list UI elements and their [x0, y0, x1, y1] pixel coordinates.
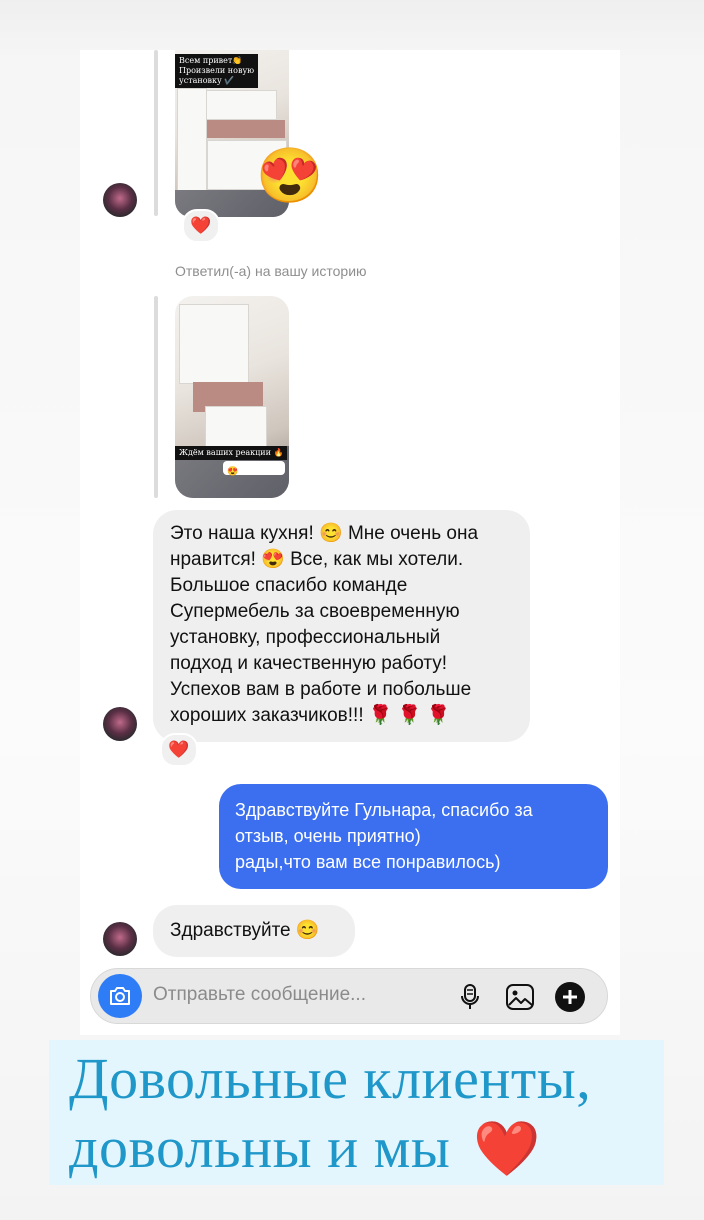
microphone-button[interactable]: [453, 980, 487, 1014]
gallery-icon: [506, 984, 534, 1010]
story-reaction-emoji: 😍: [256, 146, 324, 206]
avatar[interactable]: [103, 922, 137, 956]
reply-indicator-line: [154, 296, 158, 498]
avatar[interactable]: [103, 707, 137, 741]
banner-title-line-2: довольны и мы ❤️: [69, 1115, 542, 1180]
story-caption: Всем привет👏 Произвели новую установку ✔…: [175, 54, 259, 88]
story-caption: Ждём ваших реакции 🔥: [175, 446, 288, 460]
reply-indicator-line: [154, 50, 158, 216]
message-reaction[interactable]: ❤️: [160, 733, 198, 767]
avatar[interactable]: [103, 183, 137, 217]
message-reaction[interactable]: ❤️: [182, 209, 220, 243]
banner-title-line-1: Довольные клиенты,: [69, 1046, 592, 1111]
incoming-message[interactable]: Это наша кухня! 😊 Мне очень она нравится…: [153, 510, 530, 742]
kitchen-lower-cabinets: [205, 406, 267, 448]
plus-icon: [555, 982, 585, 1012]
camera-button[interactable]: [98, 974, 142, 1018]
microphone-icon: [461, 984, 479, 1009]
message-input[interactable]: Отправьте сообщение...: [153, 984, 366, 1006]
heart-icon: ❤️: [473, 1119, 542, 1179]
kitchen-upper-cabinets: [179, 304, 249, 384]
more-button[interactable]: [553, 980, 587, 1014]
incoming-message[interactable]: Здравствуйте 😊: [153, 905, 355, 957]
story-thumbnail[interactable]: Ждём ваших реакции 🔥 😍: [175, 296, 289, 498]
promo-banner: Довольные клиенты, довольны и мы ❤️: [49, 1040, 664, 1185]
kitchen-upper-cabinets: [205, 90, 277, 120]
reaction-sticker: 😍: [223, 461, 285, 476]
story-reply-label: Ответил(-а) на вашу историю: [175, 263, 367, 279]
camera-icon: [110, 987, 130, 1005]
outgoing-message[interactable]: Здравствуйте Гульнара, спасибо за отзыв,…: [219, 784, 608, 889]
kitchen-tall-cabinet: [177, 88, 207, 200]
gallery-button[interactable]: [503, 980, 537, 1014]
kitchen-backsplash: [205, 120, 285, 138]
message-composer: Отправьте сообщение...: [90, 968, 608, 1024]
